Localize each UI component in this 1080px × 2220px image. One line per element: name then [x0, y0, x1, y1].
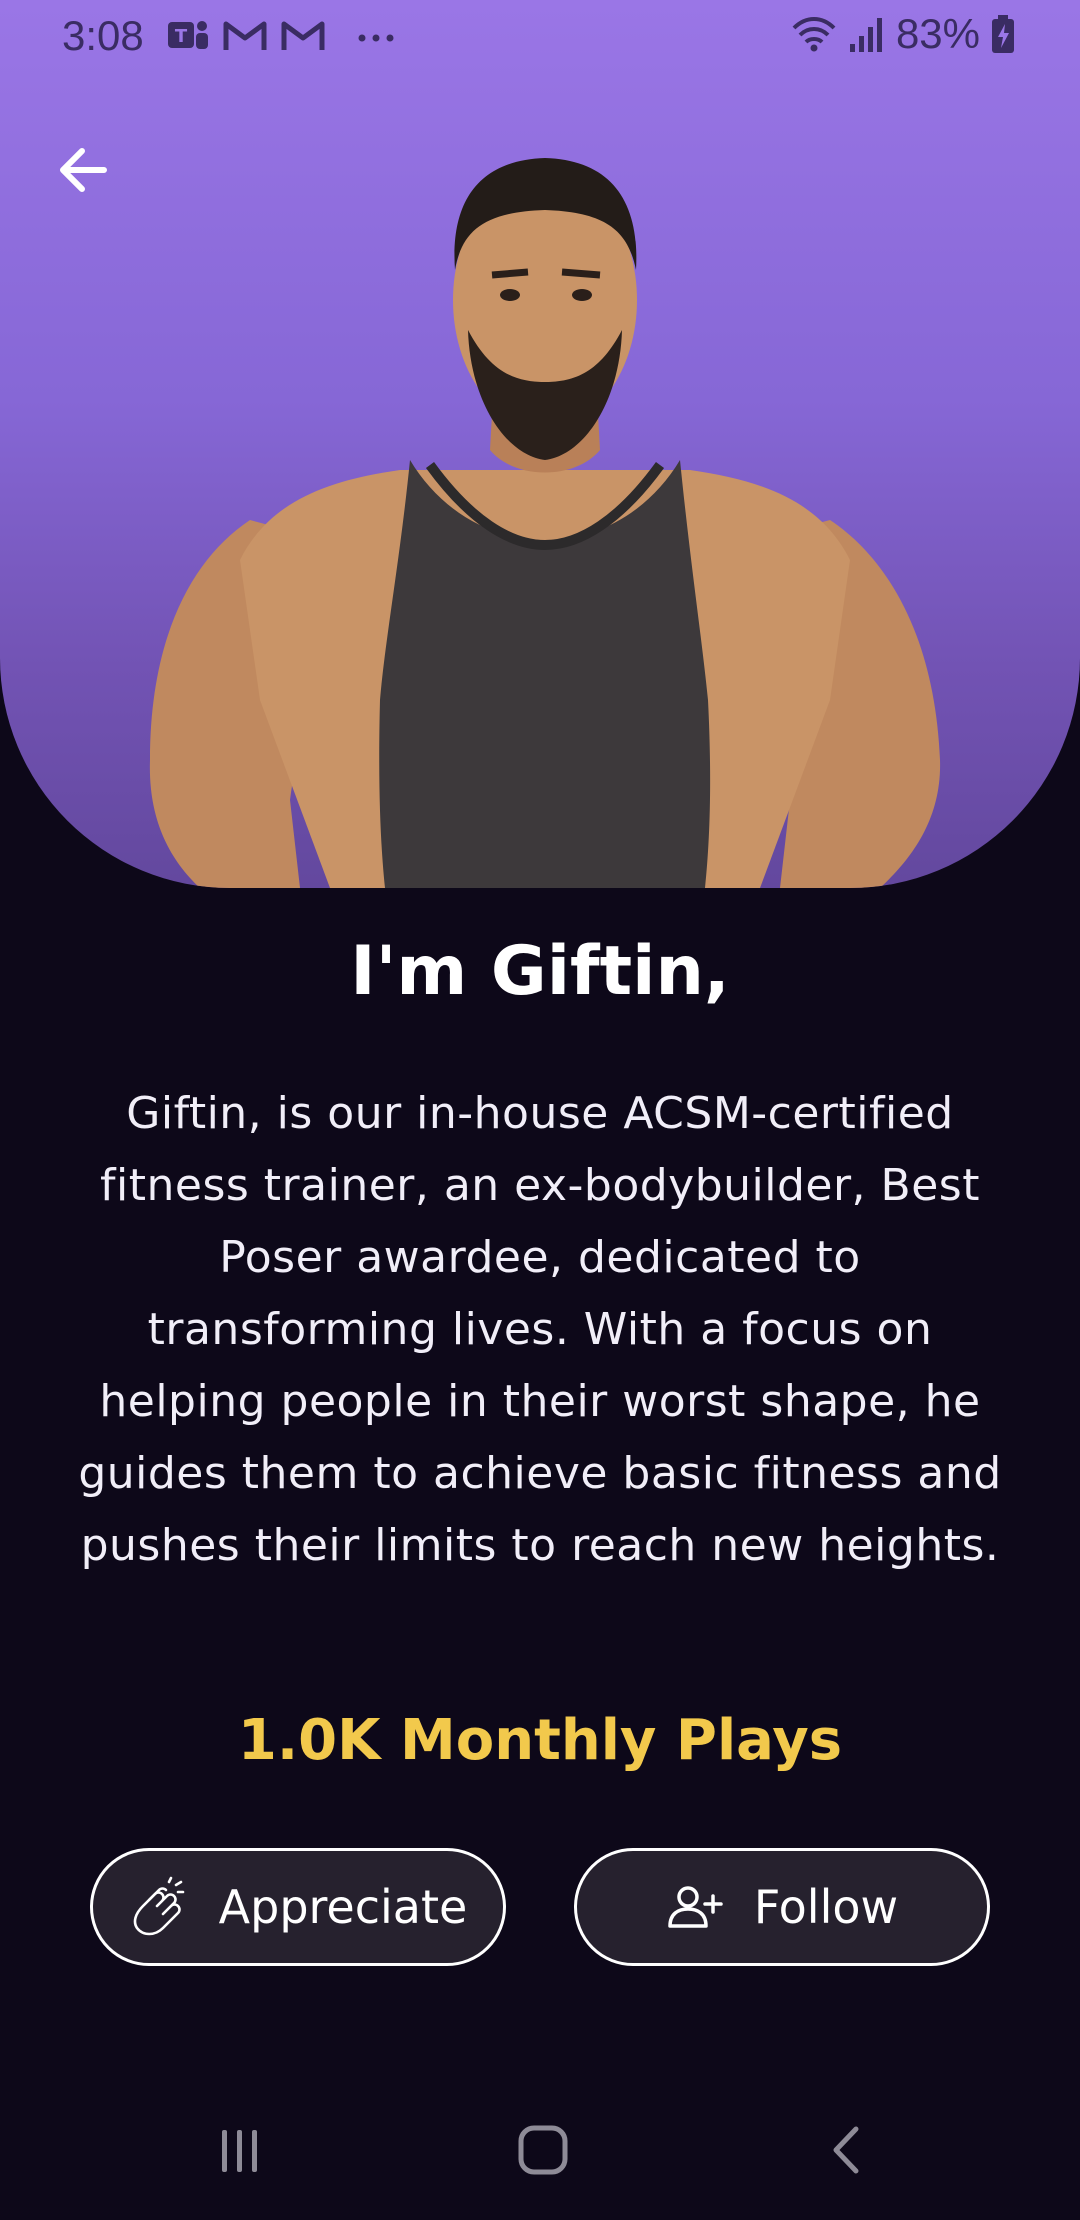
nav-back-button[interactable] — [806, 2120, 886, 2180]
trainer-bio: Giftin, is our in-house ACSM-certified f… — [78, 1088, 1002, 1571]
trainer-name-heading: I'm Giftin, — [350, 932, 730, 1011]
hero-banner: 3:08 T 83% — [0, 0, 1080, 888]
back-button[interactable] — [50, 136, 118, 204]
appreciate-label: Appreciate — [218, 1880, 468, 1934]
wifi-icon — [792, 17, 836, 52]
follow-button[interactable]: Follow — [574, 1848, 990, 1966]
signal-icon — [849, 18, 882, 52]
svg-text:T: T — [175, 26, 188, 47]
gmail-icon — [223, 21, 267, 50]
chevron-left-icon — [833, 2126, 859, 2174]
system-navigation-bar — [0, 2100, 1080, 2200]
home-button[interactable] — [503, 2120, 583, 2180]
add-user-icon — [666, 1884, 724, 1930]
battery-percent: 83% — [895, 10, 980, 57]
system-icons: 83% — [790, 10, 1016, 58]
status-bar: 3:08 T 83% — [0, 0, 1080, 72]
arrow-left-icon — [60, 148, 107, 192]
follow-label: Follow — [753, 1880, 899, 1934]
home-icon — [518, 2125, 568, 2175]
trainer-profile-screen: 3:08 T 83% I'm Giftin, Giftin, is our in… — [0, 0, 1080, 2220]
battery-charging-icon — [992, 15, 1014, 53]
recent-apps-button[interactable] — [200, 2120, 280, 2180]
trainer-photo — [149, 158, 941, 888]
teams-icon: T — [168, 21, 208, 49]
status-time: 3:08 — [62, 12, 144, 59]
notification-icons: T — [166, 16, 402, 56]
recent-apps-icon — [222, 2130, 257, 2172]
action-buttons: Appreciate Follow — [90, 1848, 990, 1966]
more-dots-icon — [358, 34, 394, 42]
monthly-plays: 1.0K Monthly Plays — [237, 1708, 843, 1773]
appreciate-button[interactable]: Appreciate — [90, 1848, 506, 1966]
clapping-hands-icon — [129, 1876, 189, 1938]
gmail-icon — [281, 21, 325, 50]
